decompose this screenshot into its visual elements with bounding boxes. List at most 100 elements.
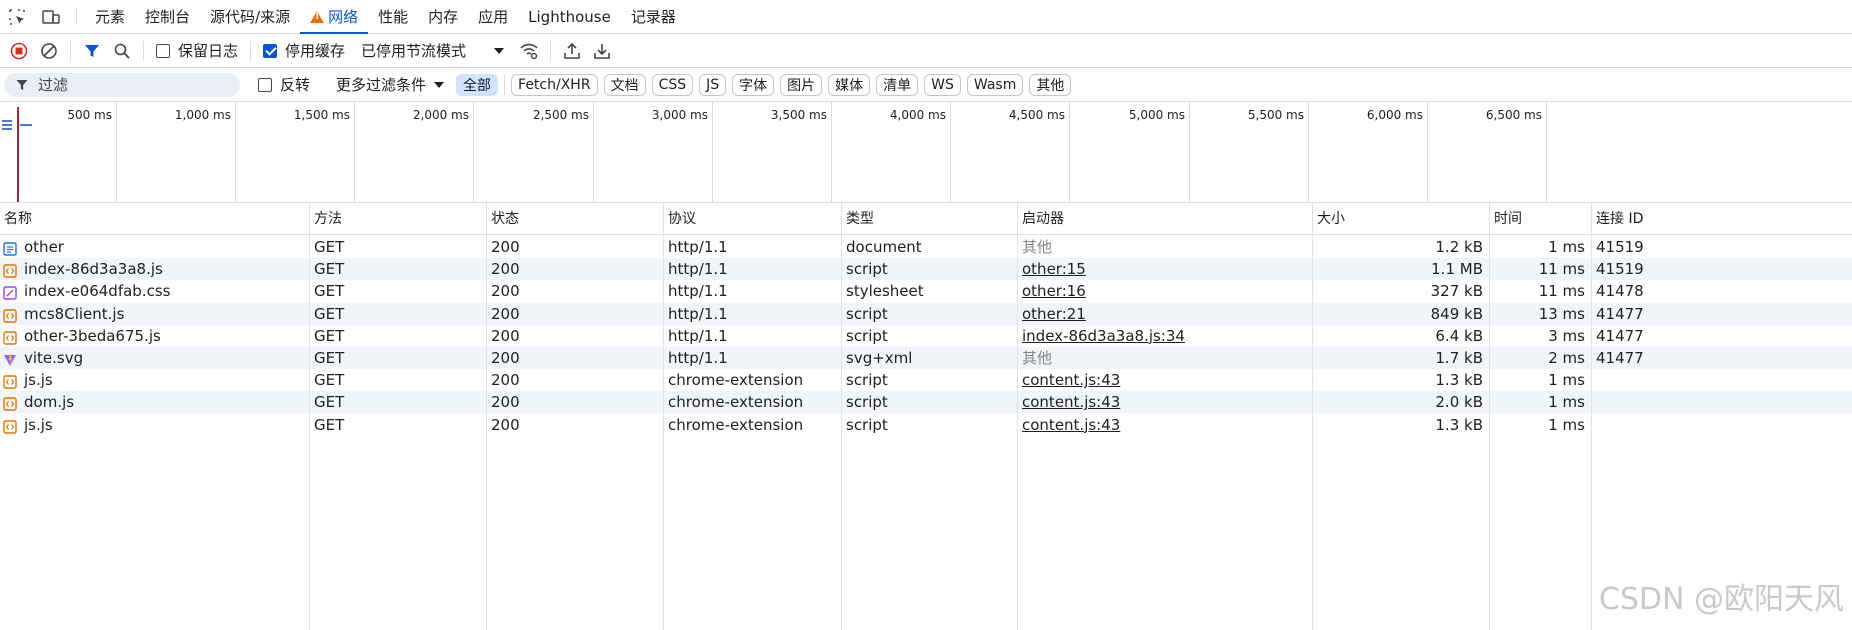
preserve-log-checkbox[interactable]: 保留日志	[156, 40, 238, 61]
network-overview-timeline[interactable]: 500 ms 1,000 ms 1,500 ms 2,000 ms 2,500 ms 3,…	[0, 102, 1852, 203]
filter-pill[interactable]: JS	[699, 73, 727, 96]
tab-item[interactable]: Lighthouse	[518, 0, 621, 33]
tab-label: 记录器	[630, 8, 676, 26]
table-row[interactable]: index-e064dfab.css GET 200 http/1.1 styleshe…	[0, 280, 1852, 302]
cell-type: script	[846, 326, 888, 345]
table-row[interactable]: vite.svg GET 200 http/1.1 svg+xml 其他 1.7 kB 2 m…	[0, 347, 1852, 369]
table-row[interactable]: index-86d3a3a8.js GET 200 http/1.1 script oth…	[0, 258, 1852, 281]
filter-pill[interactable]: WS	[924, 73, 961, 96]
table-row[interactable]: dom.js GET 200 chrome-extension script conten…	[0, 391, 1852, 414]
filter-pill[interactable]: 其他	[1029, 73, 1072, 96]
filter-pill[interactable]: CSS	[651, 73, 694, 96]
request-name[interactable]: dom.js	[24, 393, 74, 411]
tab-item[interactable]: 应用	[468, 0, 518, 33]
column-divider[interactable]	[309, 203, 310, 630]
column-divider[interactable]	[841, 203, 842, 630]
table-row[interactable]: mcs8Client.js GET 200 http/1.1 script other:2…	[0, 302, 1852, 325]
tab-item[interactable]: 记录器	[621, 0, 686, 33]
column-divider[interactable]	[1312, 203, 1313, 630]
tab-item[interactable]: 元素	[85, 0, 135, 33]
export-har-icon[interactable]	[587, 36, 617, 66]
request-name[interactable]: index-e064dfab.css	[24, 282, 170, 300]
column-header-status[interactable]: 状态	[487, 203, 663, 235]
more-filters-dropdown[interactable]: 更多过滤条件	[336, 74, 445, 95]
column-divider[interactable]	[663, 203, 664, 630]
column-divider[interactable]	[1489, 203, 1490, 630]
tab-item[interactable]: 内存	[418, 0, 468, 33]
filter-pill[interactable]: 清单	[876, 73, 919, 96]
column-header-size[interactable]: 大小	[1313, 203, 1489, 235]
initiator-link[interactable]: other:16	[1022, 282, 1086, 300]
column-header-name[interactable]: 名称	[0, 203, 309, 235]
overview-tick-label: 1,000 ms	[174, 108, 231, 122]
column-header-time[interactable]: 时间	[1490, 203, 1591, 235]
checkbox-box[interactable]	[258, 77, 272, 92]
divider	[70, 40, 71, 61]
filter-pill[interactable]: Fetch/XHR	[511, 73, 598, 96]
initiator-link[interactable]: other:21	[1022, 305, 1086, 323]
cell-name: mcs8Client.js	[0, 303, 309, 325]
filter-bar: 过滤 反转 更多过滤条件 全部 Fetch/XHR 文档 CSS JS 字体 图片 媒体 清单 W…	[0, 68, 1852, 102]
filter-pill[interactable]: 全部	[456, 73, 499, 96]
table-row[interactable]: other GET 200 http/1.1 document 其他 1.2 kB 1 ms 4…	[0, 236, 1852, 258]
table-row[interactable]: js.js GET 200 chrome-extension script content…	[0, 414, 1852, 436]
invert-checkbox[interactable]: 反转	[258, 74, 310, 95]
cell-size: 1.2 kB	[1435, 238, 1483, 256]
request-name[interactable]: js.js	[24, 371, 53, 389]
checkbox-box[interactable]	[263, 43, 278, 58]
cell-size: 1.1 MB	[1431, 260, 1483, 279]
request-name[interactable]: mcs8Client.js	[24, 305, 124, 323]
inspect-element-icon[interactable]	[0, 0, 34, 33]
column-header-initiator[interactable]: 启动器	[1018, 203, 1312, 235]
disable-cache-checkbox[interactable]: 停用缓存	[263, 40, 345, 61]
initiator-link[interactable]: content.js:43	[1022, 371, 1120, 389]
request-name[interactable]: index-86d3a3a8.js	[24, 260, 163, 278]
import-har-icon[interactable]	[557, 36, 587, 66]
overview-tick-label: 500 ms	[67, 108, 112, 122]
initiator-link[interactable]: other:15	[1022, 260, 1086, 278]
column-header-connection[interactable]: 连接 ID	[1592, 203, 1852, 235]
initiator-text: 其他	[1022, 238, 1053, 256]
network-toolbar: 保留日志 停用缓存 已停用节流模式	[0, 34, 1852, 68]
tab-item[interactable]: 源代码/来源	[200, 0, 300, 33]
script-icon	[3, 395, 17, 412]
clear-button[interactable]	[34, 36, 64, 66]
initiator-link[interactable]: index-86d3a3a8.js:34	[1022, 327, 1185, 345]
initiator-link[interactable]: content.js:43	[1022, 416, 1120, 434]
overview-tick-label: 5,000 ms	[1128, 108, 1185, 122]
column-divider[interactable]	[486, 203, 487, 630]
filter-pill[interactable]: 图片	[780, 73, 823, 96]
devtools-tab-bar: 元素 控制台 源代码/来源 网络 性能 内存 应用 Lighthouse 记录器	[0, 0, 1852, 34]
search-icon[interactable]	[107, 36, 137, 66]
initiator-link[interactable]: content.js:43	[1022, 393, 1120, 411]
request-name[interactable]: vite.svg	[24, 349, 83, 367]
request-name[interactable]: other	[24, 238, 64, 256]
request-name[interactable]: js.js	[24, 416, 53, 434]
request-name[interactable]: other-3beda675.js	[24, 327, 161, 345]
watermark: CSDN @欧阳天风	[1598, 582, 1844, 617]
filter-pill[interactable]: 媒体	[828, 73, 871, 96]
cell-connection	[1592, 369, 1852, 391]
network-conditions-icon[interactable]	[514, 36, 544, 66]
tab-item[interactable]: 性能	[368, 0, 418, 33]
overview-tick-label: 3,500 ms	[770, 108, 827, 122]
stop-recording-button[interactable]	[4, 36, 34, 66]
filter-funnel-icon[interactable]	[77, 36, 107, 66]
throttling-select[interactable]: 已停用节流模式	[361, 40, 505, 61]
column-header-method[interactable]: 方法	[310, 203, 486, 235]
column-header-type[interactable]: 类型	[842, 203, 1017, 235]
column-divider[interactable]	[1017, 203, 1018, 630]
checkbox-box[interactable]	[156, 43, 170, 58]
cell-status: 200	[491, 326, 520, 345]
device-toolbar-icon[interactable]	[34, 0, 68, 33]
table-row[interactable]: js.js GET 200 chrome-extension script content…	[0, 369, 1852, 391]
filter-pill[interactable]: Wasm	[966, 73, 1024, 96]
filter-input[interactable]: 过滤	[4, 72, 240, 97]
table-row[interactable]: other-3beda675.js GET 200 http/1.1 script ind…	[0, 325, 1852, 347]
column-divider[interactable]	[1591, 203, 1592, 630]
tab-network[interactable]: 网络	[300, 0, 369, 34]
column-header-protocol[interactable]: 协议	[664, 203, 841, 235]
tab-item[interactable]: 控制台	[135, 0, 200, 33]
filter-pill[interactable]: 文档	[603, 73, 646, 96]
filter-pill[interactable]: 字体	[732, 73, 775, 96]
